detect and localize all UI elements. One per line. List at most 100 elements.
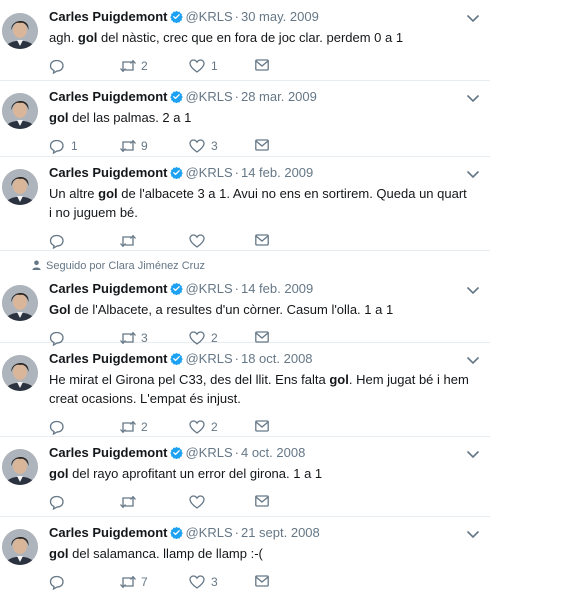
tweet-text: He mirat el Girona pel C33, des del llit… bbox=[49, 370, 469, 408]
author-name[interactable]: Carles Puigdemont bbox=[49, 525, 167, 540]
chevron-down-icon[interactable] bbox=[466, 529, 480, 539]
envelope-icon bbox=[255, 59, 269, 71]
tweet-date[interactable]: 30 may. 2009 bbox=[241, 9, 319, 24]
avatar[interactable] bbox=[2, 449, 38, 485]
verified-badge-icon bbox=[170, 446, 184, 459]
chevron-down-icon[interactable] bbox=[466, 169, 480, 179]
avatar[interactable] bbox=[2, 285, 38, 321]
retweet-arrows-icon bbox=[120, 575, 136, 589]
heart-icon bbox=[189, 420, 205, 434]
envelope-icon bbox=[255, 575, 269, 587]
tweet-date[interactable]: 4 oct. 2008 bbox=[241, 445, 305, 460]
speech-bubble-icon bbox=[49, 59, 64, 74]
chevron-down-icon[interactable] bbox=[466, 93, 480, 103]
envelope-icon bbox=[255, 420, 269, 432]
tweet-date[interactable]: 14 feb. 2009 bbox=[241, 281, 313, 296]
verified-badge-icon bbox=[170, 352, 184, 365]
separator-dot: · bbox=[234, 525, 239, 540]
author-handle[interactable]: @KRLS bbox=[185, 351, 232, 366]
envelope-icon bbox=[255, 495, 269, 507]
avatar[interactable] bbox=[2, 169, 38, 205]
tweet-date[interactable]: 18 oct. 2008 bbox=[241, 351, 313, 366]
search-highlight: gol bbox=[49, 546, 69, 561]
text-before: agh. bbox=[49, 30, 78, 45]
retweet-count: 2 bbox=[141, 420, 148, 434]
retweet-arrows-icon bbox=[120, 59, 136, 73]
retweet-arrows-icon bbox=[120, 495, 136, 509]
tweet-text: gol del rayo aprofitant un error del gir… bbox=[49, 464, 469, 483]
tweet-text: Un altre gol de l'albacete 3 a 1. Avui n… bbox=[49, 184, 469, 222]
tweet-header: Carles Puigdemont @KRLS · 21 sept. 2008 bbox=[49, 524, 320, 542]
tweet[interactable]: Carles Puigdemont @KRLS · 18 oct. 2008 He m… bbox=[0, 342, 490, 437]
separator-dot: · bbox=[234, 165, 239, 180]
verified-badge-icon bbox=[170, 90, 184, 103]
text-after: del nàstic, crec que en fora de joc clar… bbox=[97, 30, 404, 45]
chevron-down-icon[interactable] bbox=[466, 13, 480, 23]
tweet-date[interactable]: 28 mar. 2009 bbox=[241, 89, 317, 104]
heart-icon bbox=[189, 234, 205, 248]
retweet-count: 2 bbox=[141, 59, 148, 73]
speech-bubble-icon bbox=[49, 139, 64, 154]
speech-bubble-icon bbox=[49, 575, 64, 590]
tweet-header: Carles Puigdemont @KRLS · 30 may. 2009 bbox=[49, 8, 319, 26]
chevron-down-icon[interactable] bbox=[466, 449, 480, 459]
tweet[interactable]: Seguido por Clara Jiménez Cruz Carles Pu… bbox=[0, 250, 490, 346]
author-handle[interactable]: @KRLS bbox=[185, 165, 232, 180]
tweet[interactable]: Carles Puigdemont @KRLS · 30 may. 2009 agh.… bbox=[0, 0, 490, 81]
author-name[interactable]: Carles Puigdemont bbox=[49, 9, 167, 24]
author-name[interactable]: Carles Puigdemont bbox=[49, 165, 167, 180]
author-handle[interactable]: @KRLS bbox=[185, 281, 232, 296]
author-handle[interactable]: @KRLS bbox=[185, 525, 232, 540]
author-name[interactable]: Carles Puigdemont bbox=[49, 89, 167, 104]
retweet-arrows-icon bbox=[120, 420, 136, 434]
text-after: del salamanca. llamp de llamp :-( bbox=[68, 546, 263, 561]
separator-dot: · bbox=[234, 281, 239, 296]
tweet-header: Carles Puigdemont @KRLS · 14 feb. 2009 bbox=[49, 280, 313, 298]
search-highlight: gol bbox=[49, 466, 69, 481]
author-handle[interactable]: @KRLS bbox=[185, 9, 232, 24]
chevron-down-icon[interactable] bbox=[466, 285, 480, 295]
avatar[interactable] bbox=[2, 13, 38, 49]
person-icon bbox=[32, 260, 41, 270]
tweet-text: gol del las palmas. 2 a 1 bbox=[49, 108, 469, 127]
tweet[interactable]: Carles Puigdemont @KRLS · 14 feb. 2009 Un a… bbox=[0, 156, 490, 251]
text-after: del rayo aprofitant un error del girona.… bbox=[68, 466, 323, 481]
like-count: 3 bbox=[211, 575, 218, 589]
tweet-date[interactable]: 14 feb. 2009 bbox=[241, 165, 313, 180]
social-context-label: Seguido por Clara Jiménez Cruz bbox=[46, 260, 205, 272]
speech-bubble-icon bbox=[49, 234, 64, 249]
text-before: Un altre bbox=[49, 186, 99, 201]
tweet[interactable]: Carles Puigdemont @KRLS · 21 sept. 2008 gol… bbox=[0, 516, 490, 604]
tweet-text: Gol de l'Albacete, a resultes d'un còrne… bbox=[49, 300, 469, 319]
heart-icon bbox=[189, 575, 205, 589]
separator-dot: · bbox=[234, 9, 239, 24]
search-highlight: gol bbox=[98, 186, 118, 201]
envelope-icon bbox=[255, 139, 269, 151]
heart-icon bbox=[189, 495, 205, 509]
retweet-count: 7 bbox=[141, 575, 148, 589]
tweet-header: Carles Puigdemont @KRLS · 28 mar. 2009 bbox=[49, 88, 317, 106]
verified-badge-icon bbox=[170, 282, 184, 295]
avatar[interactable] bbox=[2, 93, 38, 129]
author-name[interactable]: Carles Puigdemont bbox=[49, 281, 167, 296]
tweet-date[interactable]: 21 sept. 2008 bbox=[241, 525, 320, 540]
text-after: del las palmas. 2 a 1 bbox=[68, 110, 192, 125]
avatar[interactable] bbox=[2, 529, 38, 565]
separator-dot: · bbox=[234, 89, 239, 104]
author-name[interactable]: Carles Puigdemont bbox=[49, 445, 167, 460]
tweet-text: agh. gol del nàstic, crec que en fora de… bbox=[49, 28, 469, 47]
timeline: Carles Puigdemont @KRLS · 30 may. 2009 agh.… bbox=[0, 0, 571, 604]
tweet-header: Carles Puigdemont @KRLS · 14 feb. 2009 bbox=[49, 164, 313, 182]
heart-icon bbox=[189, 59, 205, 73]
tweet[interactable]: Carles Puigdemont @KRLS · 28 mar. 2009 gol … bbox=[0, 80, 490, 157]
author-handle[interactable]: @KRLS bbox=[185, 89, 232, 104]
retweet-arrows-icon bbox=[120, 139, 136, 153]
chevron-down-icon[interactable] bbox=[466, 355, 480, 365]
verified-badge-icon bbox=[170, 526, 184, 539]
tweet[interactable]: Carles Puigdemont @KRLS · 4 oct. 2008 gol d… bbox=[0, 436, 490, 517]
author-name[interactable]: Carles Puigdemont bbox=[49, 351, 167, 366]
avatar[interactable] bbox=[2, 355, 38, 391]
search-highlight: gol bbox=[49, 110, 69, 125]
heart-icon bbox=[189, 139, 205, 153]
author-handle[interactable]: @KRLS bbox=[185, 445, 232, 460]
